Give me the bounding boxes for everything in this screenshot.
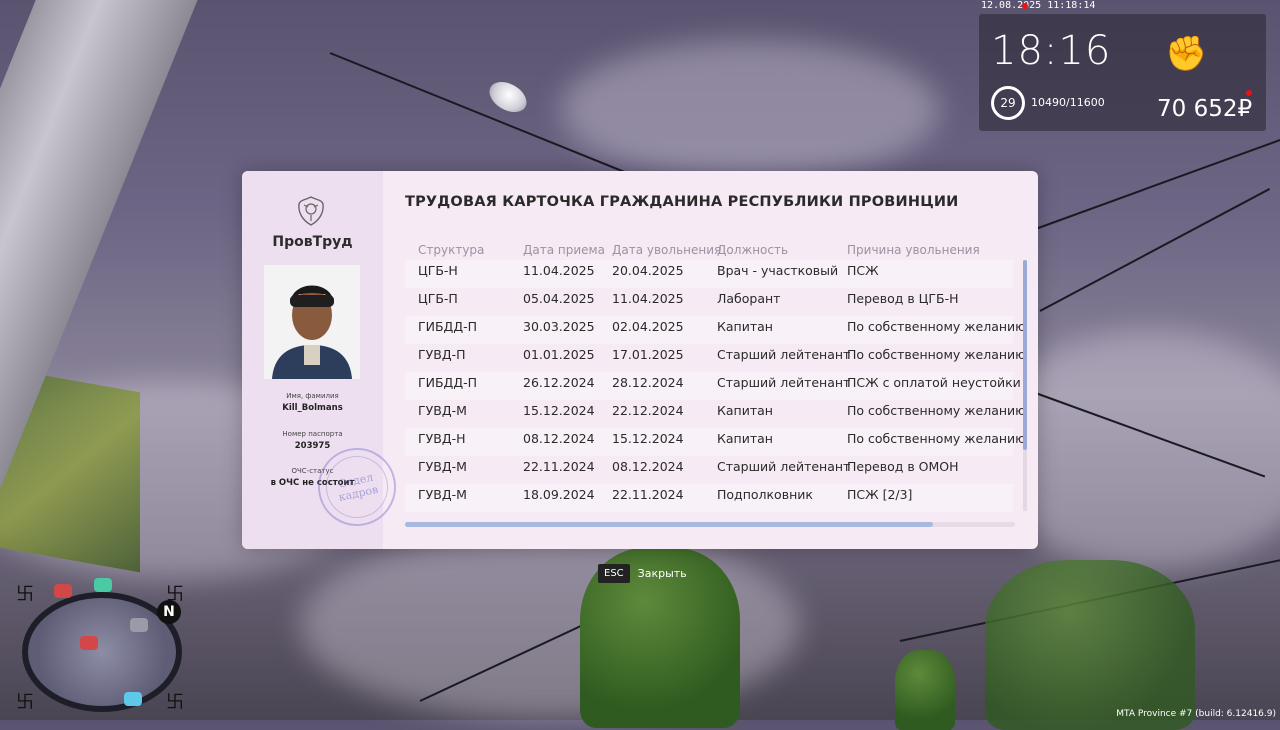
tree <box>985 560 1195 730</box>
column-header-dismissal-date: Дата увольнения <box>612 243 722 257</box>
position-cell: Старший лейтенант <box>717 347 851 362</box>
table-row: ГИБДД-П 26.12.2024 28.12.2024 Старший ле… <box>405 372 1021 400</box>
position-cell: Врач - участковый <box>717 263 839 278</box>
police-blip-icon <box>130 618 148 632</box>
map-border-ornament-icon: 卐 <box>16 692 34 713</box>
hire-date-cell: 11.04.2025 <box>523 263 595 278</box>
hire-date-cell: 18.09.2024 <box>523 487 595 502</box>
dismissal-date-cell: 08.12.2024 <box>612 459 684 474</box>
reason-cell: По собственному желанию <box>847 431 1026 446</box>
structure-cell: ГУВД-П <box>418 347 466 362</box>
map-border-ornament-icon: 卐 <box>166 692 184 713</box>
reason-cell: По собственному желанию <box>847 319 1026 334</box>
dismissal-date-cell: 28.12.2024 <box>612 375 684 390</box>
position-cell: Старший лейтенант <box>717 459 851 474</box>
dismissal-date-cell: 20.04.2025 <box>612 263 684 278</box>
position-cell: Капитан <box>717 431 773 446</box>
table-row: ЦГБ-П 05.04.2025 11.04.2025 Лаборант Пер… <box>405 288 1013 316</box>
table-row: ЦГБ-Н 11.04.2025 20.04.2025 Врач - участ… <box>405 260 1013 288</box>
structure-cell: ЦГБ-П <box>418 291 458 306</box>
horizontal-scrollbar[interactable] <box>405 522 1015 527</box>
column-header-dismissal-reason: Причина увольнения <box>847 243 980 257</box>
reason-cell: По собственному желанию <box>847 347 1026 362</box>
bus-blip-icon <box>80 636 98 650</box>
fist-icon: ✊ <box>1165 34 1208 74</box>
map-border-ornament-icon: 卐 <box>166 584 184 605</box>
table-row: ГУВД-П 01.01.2025 17.01.2025 Старший лей… <box>405 344 1026 372</box>
reason-cell: ПСЖ <box>847 263 879 278</box>
passport-label: Номер паспорта <box>282 430 343 438</box>
hire-date-cell: 22.11.2024 <box>523 459 595 474</box>
position-cell: Старший лейтенант <box>717 375 851 390</box>
position-cell: Капитан <box>717 319 773 334</box>
name-label: Имя, фамилия <box>286 392 339 400</box>
dismissal-date-cell: 15.12.2024 <box>612 431 684 446</box>
position-cell: Лаборант <box>717 291 781 306</box>
structure-cell: ГУВД-М <box>418 459 467 474</box>
structure-cell: ГУВД-М <box>418 403 467 418</box>
structure-cell: ГИБДД-П <box>418 375 477 390</box>
dismissal-date-cell: 22.11.2024 <box>612 487 684 502</box>
map-border-ornament-icon: 卐 <box>16 584 34 605</box>
structure-cell: ГУВД-М <box>418 487 467 502</box>
column-header-hire-date: Дата приема <box>523 243 605 257</box>
table-row: ГУВД-М 22.11.2024 08.12.2024 Старший лей… <box>405 456 1013 484</box>
vertical-scrollbar[interactable] <box>1023 260 1027 511</box>
column-header-structure: Структура <box>418 243 485 257</box>
horizontal-scroll-thumb[interactable] <box>405 522 933 527</box>
hospital-blip-icon <box>54 584 72 598</box>
hire-date-cell: 15.12.2024 <box>523 403 595 418</box>
server-datetime: 12.08.2025 11:18:14 <box>981 0 1096 11</box>
dismissal-date-cell: 17.01.2025 <box>612 347 684 362</box>
table-row: ГИБДД-П 30.03.2025 02.04.2025 Капитан По… <box>405 316 1026 344</box>
table-row: ГУВД-Н 08.12.2024 15.12.2024 Капитан По … <box>405 428 1026 456</box>
structure-cell: ГУВД-Н <box>418 431 466 446</box>
vertical-scroll-thumb[interactable] <box>1023 260 1027 450</box>
employment-card-window: ПровТруд Имя, фамилия Kill_Bolmans Номер… <box>242 171 1038 549</box>
reason-cell: ПСЖ с оплатой неустойки <box>847 375 1021 390</box>
column-header-position: Должность <box>717 243 789 257</box>
dismissal-date-cell: 22.12.2024 <box>612 403 684 418</box>
minimap: N 卐 卐 卐 卐 <box>14 578 188 713</box>
street-lamp <box>484 75 532 119</box>
money-alert-dot <box>1246 90 1252 96</box>
citizen-photo <box>264 265 360 379</box>
stamp-text: Отдел кадров <box>336 470 380 504</box>
hire-date-cell: 01.01.2025 <box>523 347 595 362</box>
experience-counter: 10490/11600 <box>1031 96 1105 109</box>
position-cell: Подполковник <box>717 487 813 502</box>
water-blip-icon <box>124 692 142 706</box>
reason-cell: По собственному желанию <box>847 403 1026 418</box>
card-title: ТРУДОВАЯ КАРТОЧКА ГРАЖДАНИНА РЕСПУБЛИКИ … <box>405 194 959 210</box>
build-version: MTA Province #7 (build: 6.12416.9) <box>1116 709 1276 719</box>
tree <box>895 650 955 730</box>
level-badge: 29 <box>991 86 1025 120</box>
name-value: Kill_Bolmans <box>282 403 343 413</box>
notification-dot <box>1022 3 1028 9</box>
hire-date-cell: 08.12.2024 <box>523 431 595 446</box>
game-clock: 18:16 <box>991 28 1112 74</box>
esc-key-badge[interactable]: ESC <box>598 564 630 583</box>
coat-of-arms-icon <box>298 196 324 226</box>
close-hint[interactable]: ESC Закрыть <box>598 564 687 583</box>
position-cell: Капитан <box>717 403 773 418</box>
structure-cell: ГИБДД-П <box>418 319 477 334</box>
dismissal-date-cell: 11.04.2025 <box>612 291 684 306</box>
table-row: ГУВД-М 15.12.2024 22.12.2024 Капитан По … <box>405 400 1026 428</box>
table-row: ГУВД-М 18.09.2024 22.11.2024 Подполковни… <box>405 484 1013 512</box>
dismissal-date-cell: 02.04.2025 <box>612 319 684 334</box>
reason-cell: ПСЖ [2/3] <box>847 487 913 502</box>
reason-cell: Перевод в ОМОН <box>847 459 959 474</box>
organization-name: ПровТруд <box>272 234 353 250</box>
hud-panel: 18:16 ✊ 29 10490/11600 70 652₽ <box>979 14 1266 131</box>
employment-history-table[interactable]: ЦГБ-Н 11.04.2025 20.04.2025 Врач - участ… <box>405 260 1026 512</box>
close-label[interactable]: Закрыть <box>638 567 687 580</box>
hire-date-cell: 30.03.2025 <box>523 319 595 334</box>
money-balance: 70 652₽ <box>1157 96 1253 122</box>
car-blip-icon <box>94 578 112 592</box>
hire-date-cell: 05.04.2025 <box>523 291 595 306</box>
structure-cell: ЦГБ-Н <box>418 263 458 278</box>
reason-cell: Перевод в ЦГБ-Н <box>847 291 959 306</box>
hire-date-cell: 26.12.2024 <box>523 375 595 390</box>
